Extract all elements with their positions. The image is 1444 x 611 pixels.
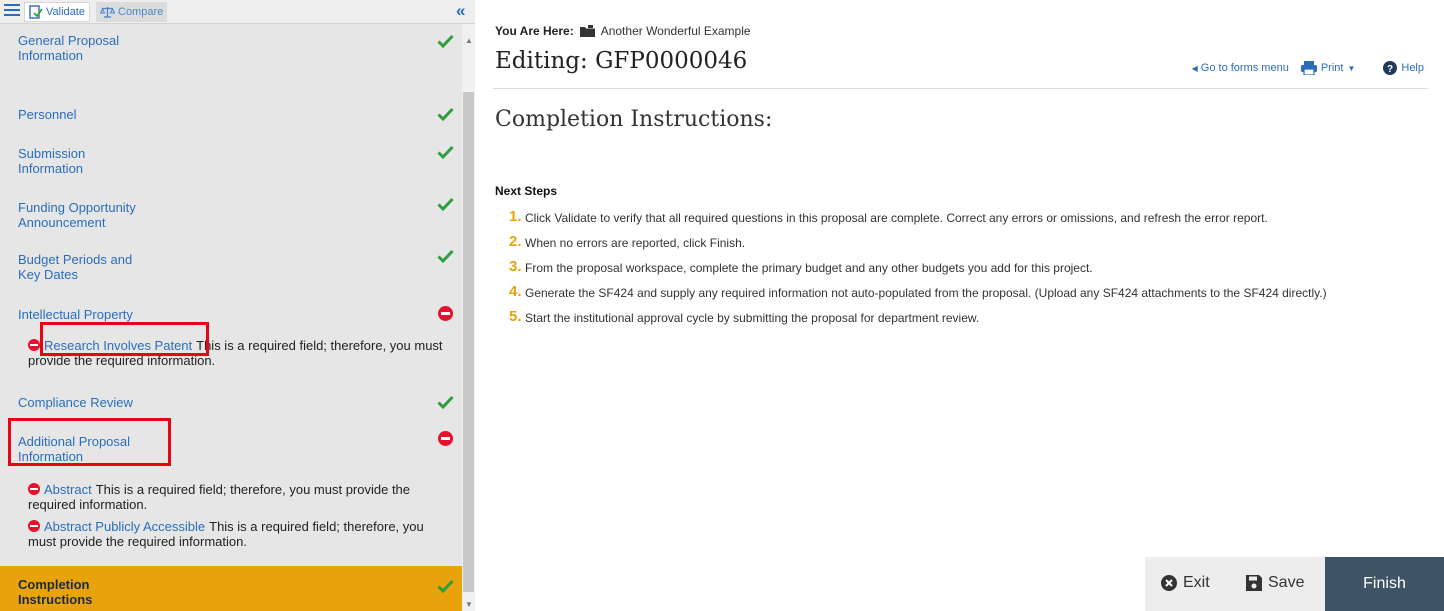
- no-entry-icon: [28, 483, 40, 495]
- compare-button[interactable]: Compare: [96, 2, 168, 22]
- help-label: Help: [1401, 62, 1424, 74]
- printer-icon: [1300, 61, 1317, 75]
- no-entry-icon: [28, 339, 40, 351]
- sidebar-toolbar: Validate Compare «: [0, 0, 475, 24]
- sidebar-item-intellectual-property[interactable]: Intellectual Property: [0, 300, 462, 328]
- check-icon: [437, 249, 454, 263]
- sidebar-item-label: Budget Periods and Key Dates: [18, 252, 133, 282]
- sidebar-item-label: Personnel: [18, 107, 77, 122]
- sidebar-item-label: Submission Information: [18, 146, 86, 176]
- save-button[interactable]: Save: [1246, 574, 1304, 592]
- validation-list: General Proposal Information Personnel S…: [0, 24, 462, 611]
- sidebar: Validate Compare « General Proposal Info…: [0, 0, 475, 611]
- finish-label: Finish: [1363, 575, 1406, 592]
- sidebar-item-submission-information[interactable]: Submission Information: [0, 140, 462, 180]
- hamburger-icon[interactable]: [4, 4, 20, 18]
- go-to-forms-menu-link[interactable]: ◀ Go to forms menu: [1192, 62, 1289, 74]
- save-label: Save: [1268, 574, 1305, 591]
- sidebar-item-label: Funding Opportunity Announcement: [18, 200, 136, 230]
- compare-label: Compare: [118, 6, 164, 18]
- error-field-link-abstract-publicly-accessible[interactable]: Abstract Publicly Accessible: [44, 519, 205, 534]
- caret-left-icon: ◀: [1191, 63, 1198, 73]
- step-text: From the proposal workspace, complete th…: [525, 261, 1093, 275]
- sidebar-item-label: Intellectual Property: [18, 307, 133, 322]
- validation-error: Abstract Publicly Accessible This is a re…: [28, 519, 448, 549]
- print-label: Print: [1320, 62, 1344, 74]
- help-button[interactable]: ? Help: [1383, 61, 1424, 75]
- balance-scale-icon: [100, 7, 115, 18]
- validation-error: Research Involves Patent This is a requir…: [28, 338, 448, 368]
- footer-action-bar: Exit Save Finish: [1145, 557, 1444, 611]
- check-icon: [437, 395, 454, 409]
- main-content: You Are Here: Another Wonderful Example …: [493, 0, 1444, 611]
- validation-error: Abstract This is a required field; theref…: [28, 482, 448, 512]
- sidebar-item-label: Compliance Review: [18, 395, 133, 410]
- list-item: 3. From the proposal workspace, complete…: [509, 258, 1414, 276]
- step-text: When no errors are reported, click Finis…: [525, 236, 746, 250]
- check-icon: [437, 579, 454, 593]
- print-button[interactable]: Print ▼: [1300, 61, 1356, 75]
- check-icon: [437, 107, 454, 121]
- next-steps-heading: Next Steps: [495, 184, 558, 198]
- forms-menu-label: Go to forms menu: [1200, 62, 1289, 74]
- sidebar-item-label: Additional Proposal Information: [18, 434, 131, 464]
- folder-icon: [580, 25, 596, 37]
- caret-down-icon: ▼: [1347, 63, 1356, 73]
- validate-icon: [29, 5, 43, 19]
- step-number: 3.: [509, 258, 522, 275]
- sidebar-scrollbar[interactable]: ▲ ▼: [462, 24, 475, 611]
- list-item: 1. Click Validate to verify that all req…: [509, 208, 1414, 226]
- step-text: Generate the SF424 and supply any requir…: [525, 286, 1327, 300]
- step-number: 4.: [509, 283, 522, 300]
- svg-text:?: ?: [1387, 64, 1393, 75]
- page-title: Editing: GFP0000046: [495, 48, 748, 74]
- steps-list: 1. Click Validate to verify that all req…: [509, 208, 1414, 326]
- check-icon: [437, 145, 454, 159]
- sidebar-item-personnel[interactable]: Personnel: [0, 98, 462, 128]
- breadcrumb-link[interactable]: Another Wonderful Example: [601, 24, 751, 38]
- exit-button[interactable]: Exit: [1161, 574, 1210, 592]
- step-number: 2.: [509, 233, 522, 250]
- list-item: 4. Generate the SF424 and supply any req…: [509, 283, 1414, 301]
- scroll-down-icon[interactable]: ▼: [465, 600, 473, 609]
- finish-button[interactable]: Finish: [1325, 557, 1444, 611]
- step-text: Click Validate to verify that all requir…: [525, 211, 1268, 225]
- sidebar-item-general-proposal-information[interactable]: General Proposal Information: [0, 28, 462, 68]
- breadcrumb-prefix: You Are Here:: [495, 24, 574, 38]
- sidebar-item-budget-periods-and-key-dates[interactable]: Budget Periods and Key Dates: [0, 244, 462, 284]
- check-icon: [437, 34, 454, 48]
- sidebar-item-label: Completion Instructions: [18, 577, 93, 607]
- exit-label: Exit: [1183, 574, 1210, 591]
- double-chevron-left-icon[interactable]: «: [456, 1, 465, 21]
- validate-label: Validate: [46, 6, 85, 18]
- step-text: Start the institutional approval cycle b…: [525, 311, 980, 325]
- floppy-disk-icon: [1246, 575, 1262, 591]
- step-number: 5.: [509, 308, 522, 325]
- breadcrumb: You Are Here: Another Wonderful Example: [495, 24, 751, 38]
- check-icon: [437, 197, 454, 211]
- sidebar-item-completion-instructions[interactable]: Completion Instructions: [0, 566, 462, 611]
- title-divider: [493, 88, 1428, 89]
- error-field-link-research-involves-patent[interactable]: Research Involves Patent: [44, 338, 192, 353]
- validate-button[interactable]: Validate: [24, 2, 90, 22]
- sidebar-item-additional-proposal-information[interactable]: Additional Proposal Information: [0, 426, 462, 466]
- question-circle-icon: ?: [1383, 61, 1398, 75]
- scroll-up-icon[interactable]: ▲: [465, 36, 473, 45]
- no-entry-icon: [438, 306, 453, 321]
- no-entry-icon: [438, 431, 453, 446]
- list-item: 2. When no errors are reported, click Fi…: [509, 233, 1414, 251]
- step-number: 1.: [509, 208, 522, 225]
- error-field-link-abstract[interactable]: Abstract: [44, 482, 92, 497]
- sidebar-item-label: General Proposal Information: [18, 33, 120, 63]
- list-item: 5. Start the institutional approval cycl…: [509, 308, 1414, 326]
- sidebar-item-compliance-review[interactable]: Compliance Review: [0, 388, 462, 416]
- sidebar-item-funding-opportunity-announcement[interactable]: Funding Opportunity Announcement: [0, 192, 462, 232]
- scrollbar-thumb[interactable]: [463, 92, 474, 592]
- no-entry-icon: [28, 520, 40, 532]
- section-title: Completion Instructions:: [495, 107, 773, 132]
- title-actions: ◀ Go to forms menu Print ▼ ? Help: [1180, 61, 1424, 75]
- times-circle-icon: [1161, 575, 1177, 591]
